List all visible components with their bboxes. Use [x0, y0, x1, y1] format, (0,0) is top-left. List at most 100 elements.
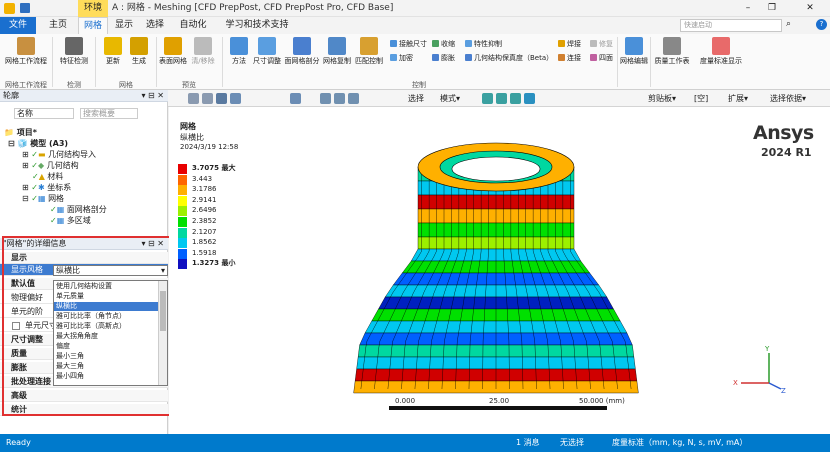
group-label-control: 控制 — [412, 81, 426, 89]
zoom-out-icon[interactable] — [202, 93, 213, 104]
metric-display-button[interactable]: 度量标准显示 — [696, 37, 746, 66]
zoom-in-icon[interactable] — [334, 93, 345, 104]
close-button[interactable]: ✕ — [798, 0, 822, 17]
axes-icon: ✱ — [37, 183, 45, 192]
outline-name-label: 名称 — [14, 108, 74, 119]
clean-icon — [194, 37, 212, 55]
status-messages[interactable]: 1 消息 — [516, 434, 540, 452]
mesh-copy-button[interactable]: 网格复制 — [322, 37, 352, 66]
tree-multizone[interactable]: ✓▦ 多区域 — [50, 215, 91, 226]
status-units[interactable]: 度量标准（mm, kg, N, s, mV, mA） — [612, 434, 747, 452]
tree-model[interactable]: ⊟ 🧊 模型 (A3) — [8, 138, 68, 149]
geometry-fidelity-button[interactable]: 几何结构保真度（Beta） — [465, 54, 553, 63]
scale-tick-1: 25.00 — [489, 397, 510, 405]
cube-icon — [65, 37, 83, 55]
axis-x-label: X — [733, 379, 738, 387]
title-bar: 环境 A : 网格 - Meshing [CFD PrepPost, CFD P… — [0, 0, 830, 17]
tab-automation[interactable]: 自动化 — [175, 17, 211, 34]
feature-suppress-button[interactable]: 特性抑制 — [465, 40, 502, 49]
context-tab: 环境 — [78, 0, 108, 17]
axis-z-label: Z — [781, 387, 786, 395]
outline-header: 轮廓 ▾ ⊟ ✕ — [0, 90, 168, 102]
inflation-button[interactable]: 膨胀 — [432, 54, 455, 63]
mode-dropdown[interactable]: 模式▾ — [440, 93, 460, 104]
select-label[interactable]: 选择 — [408, 93, 424, 104]
refinement-button[interactable]: 加密 — [390, 54, 413, 63]
tab-file[interactable]: 文件 — [0, 17, 36, 34]
restore-button[interactable]: ❐ — [762, 0, 782, 17]
connect-button[interactable]: 连接 — [558, 54, 581, 63]
tab-select[interactable]: 选择 — [141, 17, 169, 34]
body-select-icon[interactable] — [524, 93, 535, 104]
graphics-viewport[interactable]: 网格 纵横比 2024/3/19 12:58 3.7075 最大 3.443 3.1… — [169, 107, 830, 434]
group-label-mesh: 网格 — [119, 81, 133, 89]
generate-icon — [130, 37, 148, 55]
tree-project[interactable]: 📁 项目* — [4, 127, 37, 138]
edge-select-icon[interactable] — [496, 93, 507, 104]
box-zoom-icon[interactable] — [348, 93, 359, 104]
tree-face-meshing[interactable]: ✓▦ 面网格剖分 — [50, 204, 107, 215]
save-icon[interactable] — [20, 3, 30, 13]
geometry-icon: ◆ — [37, 161, 45, 170]
annotation-highlight-box — [2, 236, 189, 416]
help-icon[interactable]: ? — [816, 19, 827, 30]
generate-button[interactable]: 生成 — [124, 37, 154, 66]
workbook-icon — [663, 37, 681, 55]
method-button[interactable]: 方法 — [224, 37, 254, 66]
panel-controls-icon: ▾ ⊟ ✕ — [141, 91, 164, 100]
face-meshing-button[interactable]: 面网格剖分 — [284, 37, 320, 66]
repair-button[interactable]: 修复 — [590, 40, 613, 49]
minimize-button[interactable]: – — [738, 0, 758, 17]
tab-home[interactable]: 主页 — [40, 17, 76, 34]
fit-icon[interactable] — [230, 93, 241, 104]
quick-launch-input[interactable]: 快速启动 — [680, 19, 782, 32]
view-cube-icon[interactable] — [216, 93, 227, 104]
contact-sizing-button[interactable]: 接触尺寸 — [390, 40, 427, 49]
tree-geometry-import[interactable]: ⊞ ✓▬ 几何结构导入 — [22, 149, 96, 160]
vertex-select-icon[interactable] — [482, 93, 493, 104]
feature-detect-button[interactable]: 特征检测 — [56, 37, 92, 66]
outline-panel: 轮廓 ▾ ⊟ ✕ 名称 搜索概要 📁 项目* ⊟ 🧊 模型 (A3) ⊞ ✓▬ 几… — [0, 90, 168, 238]
search-icon[interactable]: ⌕ — [786, 19, 791, 29]
rotate-icon[interactable] — [290, 93, 301, 104]
folder-icon: ▬ — [37, 150, 46, 159]
clean-button[interactable]: 清/移除 — [188, 37, 218, 66]
status-ready: Ready — [6, 438, 31, 447]
tree-materials[interactable]: ✓▲ 材料 — [32, 171, 63, 182]
face-mesh-icon — [293, 37, 311, 55]
face-mesh-icon: ▦ — [56, 205, 65, 214]
clipboard-dropdown[interactable]: 剪贴板▾ — [648, 93, 676, 104]
status-bar: Ready 1 消息 无选择 度量标准（mm, kg, N, s, mV, mA… — [0, 434, 830, 452]
quad-button[interactable]: 四面 — [590, 54, 613, 63]
axis-triad — [741, 353, 782, 390]
update-icon — [104, 37, 122, 55]
nozzle-bore — [451, 156, 541, 182]
face-select-icon[interactable] — [510, 93, 521, 104]
tree-mesh[interactable]: ⊟ ✓▦ 网格 — [22, 193, 64, 204]
select-by-dropdown[interactable]: 选择依据▾ — [770, 93, 806, 104]
mesh-edit-button[interactable]: 网格编辑 — [619, 37, 649, 66]
mesh-model[interactable] — [169, 107, 830, 434]
scale-tick-0: 0.000 — [395, 397, 416, 405]
tab-display[interactable]: 显示 — [110, 17, 138, 34]
tab-learning[interactable]: 学习和技术支持 — [217, 17, 297, 34]
mesh-workflow-button[interactable]: 网格工作流程 — [4, 37, 48, 66]
match-control-button[interactable]: 匹配控制 — [354, 37, 384, 66]
sizing-button[interactable]: 尺寸调整 — [252, 37, 282, 66]
quality-workbook-button[interactable]: 质量工作表 — [652, 37, 692, 66]
outline-search-input[interactable]: 搜索概要 — [80, 108, 138, 119]
match-control-icon — [360, 37, 378, 55]
tree-geometry[interactable]: ⊞ ✓◆ 几何结构 — [22, 160, 79, 171]
sizing-icon — [258, 37, 276, 55]
zoom-icon[interactable] — [188, 93, 199, 104]
surface-mesh-button[interactable]: 表面网格 — [158, 37, 188, 66]
pan-icon[interactable] — [320, 93, 331, 104]
weld-button[interactable]: 焊接 — [558, 40, 581, 49]
expand-dropdown[interactable]: 扩展▾ — [728, 93, 748, 104]
tree-coordinate-systems[interactable]: ⊞ ✓✱ 坐标系 — [22, 182, 71, 193]
ribbon-tab-bar: 文件 主页 网格 显示 选择 自动化 学习和技术支持 快速启动 ⌕ ? — [0, 17, 830, 34]
workflow-icon — [17, 37, 35, 55]
shrink-button[interactable]: 收缩 — [432, 40, 455, 49]
tab-mesh[interactable]: 网格 — [78, 17, 108, 34]
status-selection: 无选择 — [560, 438, 584, 447]
